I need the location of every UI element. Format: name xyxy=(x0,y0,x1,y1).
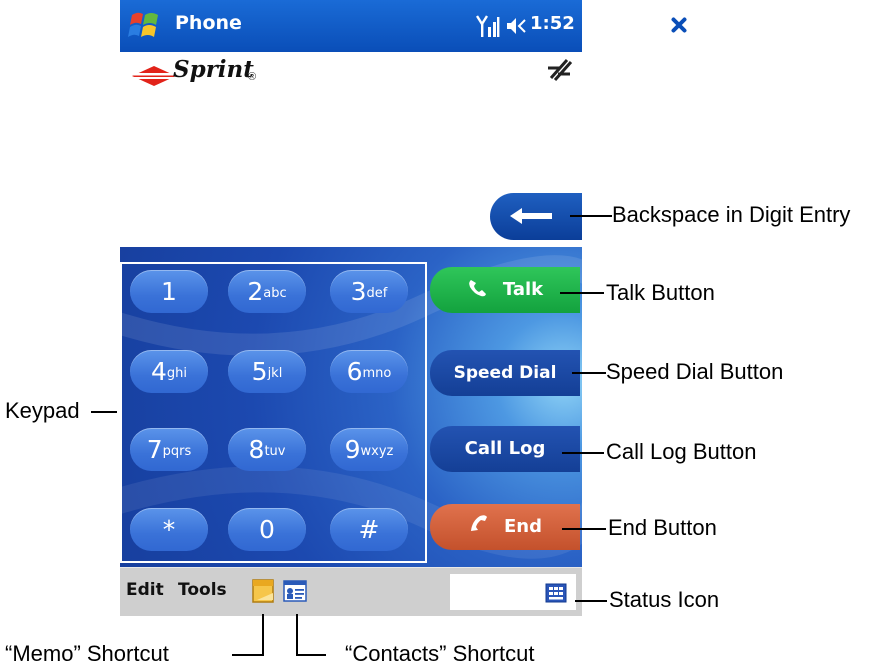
backspace-arrow-icon xyxy=(510,208,552,224)
signal-strength-icon[interactable] xyxy=(476,13,500,39)
leader-talk xyxy=(560,292,604,294)
callout-call-log: Call Log Button xyxy=(606,439,757,464)
leader-end xyxy=(562,528,606,530)
key-6[interactable]: 6mno xyxy=(330,350,408,393)
key-5[interactable]: 5jkl xyxy=(228,350,306,393)
key-8[interactable]: 8tuv xyxy=(228,428,306,471)
memo-icon[interactable] xyxy=(251,578,275,604)
windows-flag-icon[interactable] xyxy=(126,9,164,43)
key-star[interactable]: * xyxy=(130,508,208,551)
menu-bar: Edit Tools xyxy=(120,567,582,616)
key-hash[interactable]: # xyxy=(330,508,408,551)
app-title: Phone xyxy=(175,12,242,34)
leader-contacts-horizontal xyxy=(296,654,326,656)
key-1[interactable]: 1 xyxy=(130,270,208,313)
close-icon[interactable] xyxy=(665,11,693,39)
key-3[interactable]: 3def xyxy=(330,270,408,313)
callout-keypad: Keypad xyxy=(5,398,80,423)
callout-end: End Button xyxy=(608,515,717,540)
leader-keypad xyxy=(91,411,117,413)
talk-button[interactable]: Talk xyxy=(430,267,580,313)
keypad: 1 2abc 3def 4ghi 5jkl 6mno 7pqrs 8tuv 9w… xyxy=(120,262,427,563)
leader-memo-horizontal xyxy=(232,654,264,656)
menu-edit[interactable]: Edit xyxy=(126,580,164,600)
callout-contacts: “Contacts” Shortcut xyxy=(345,641,535,666)
end-button[interactable]: End xyxy=(430,504,580,550)
menu-tools[interactable]: Tools xyxy=(178,580,227,600)
key-7[interactable]: 7pqrs xyxy=(130,428,208,471)
status-icon[interactable] xyxy=(545,583,567,603)
input-panel-area xyxy=(450,574,576,610)
key-0[interactable]: 0 xyxy=(228,508,306,551)
speed-dial-label: Speed Dial xyxy=(453,363,557,383)
backspace-button[interactable] xyxy=(490,193,582,240)
data-connection-icon[interactable] xyxy=(545,56,573,84)
speed-dial-button[interactable]: Speed Dial xyxy=(430,350,580,396)
volume-icon[interactable] xyxy=(505,15,527,37)
hang-up-icon xyxy=(471,515,487,531)
leader-contacts-vertical xyxy=(296,614,298,656)
phone-handset-icon xyxy=(469,280,486,297)
leader-speed-dial xyxy=(572,372,606,374)
dialer-panel: 1 2abc 3def 4ghi 5jkl 6mno 7pqrs 8tuv 9w… xyxy=(120,247,582,567)
title-bar: Phone 1:52 xyxy=(120,0,692,52)
carrier-name: Sprint xyxy=(173,56,254,83)
call-log-label: Call Log xyxy=(464,438,546,459)
registered-mark: ® xyxy=(248,71,257,83)
contacts-icon[interactable] xyxy=(283,580,307,602)
callout-backspace: Backspace in Digit Entry xyxy=(612,202,851,227)
callout-talk: Talk Button xyxy=(606,280,715,305)
clock[interactable]: 1:52 xyxy=(530,13,575,34)
callout-status: Status Icon xyxy=(609,587,720,612)
callout-memo: “Memo” Shortcut xyxy=(5,641,169,666)
end-label: End xyxy=(504,516,542,537)
call-log-button[interactable]: Call Log xyxy=(430,426,580,472)
leader-status xyxy=(575,600,607,602)
key-4[interactable]: 4ghi xyxy=(130,350,208,393)
key-9[interactable]: 9wxyz xyxy=(330,428,408,471)
callout-speed-dial: Speed Dial Button xyxy=(606,359,784,384)
talk-label: Talk xyxy=(502,279,544,300)
key-2[interactable]: 2abc xyxy=(228,270,306,313)
leader-backspace xyxy=(570,215,612,217)
leader-memo-vertical xyxy=(262,614,264,656)
leader-call-log xyxy=(562,452,604,454)
